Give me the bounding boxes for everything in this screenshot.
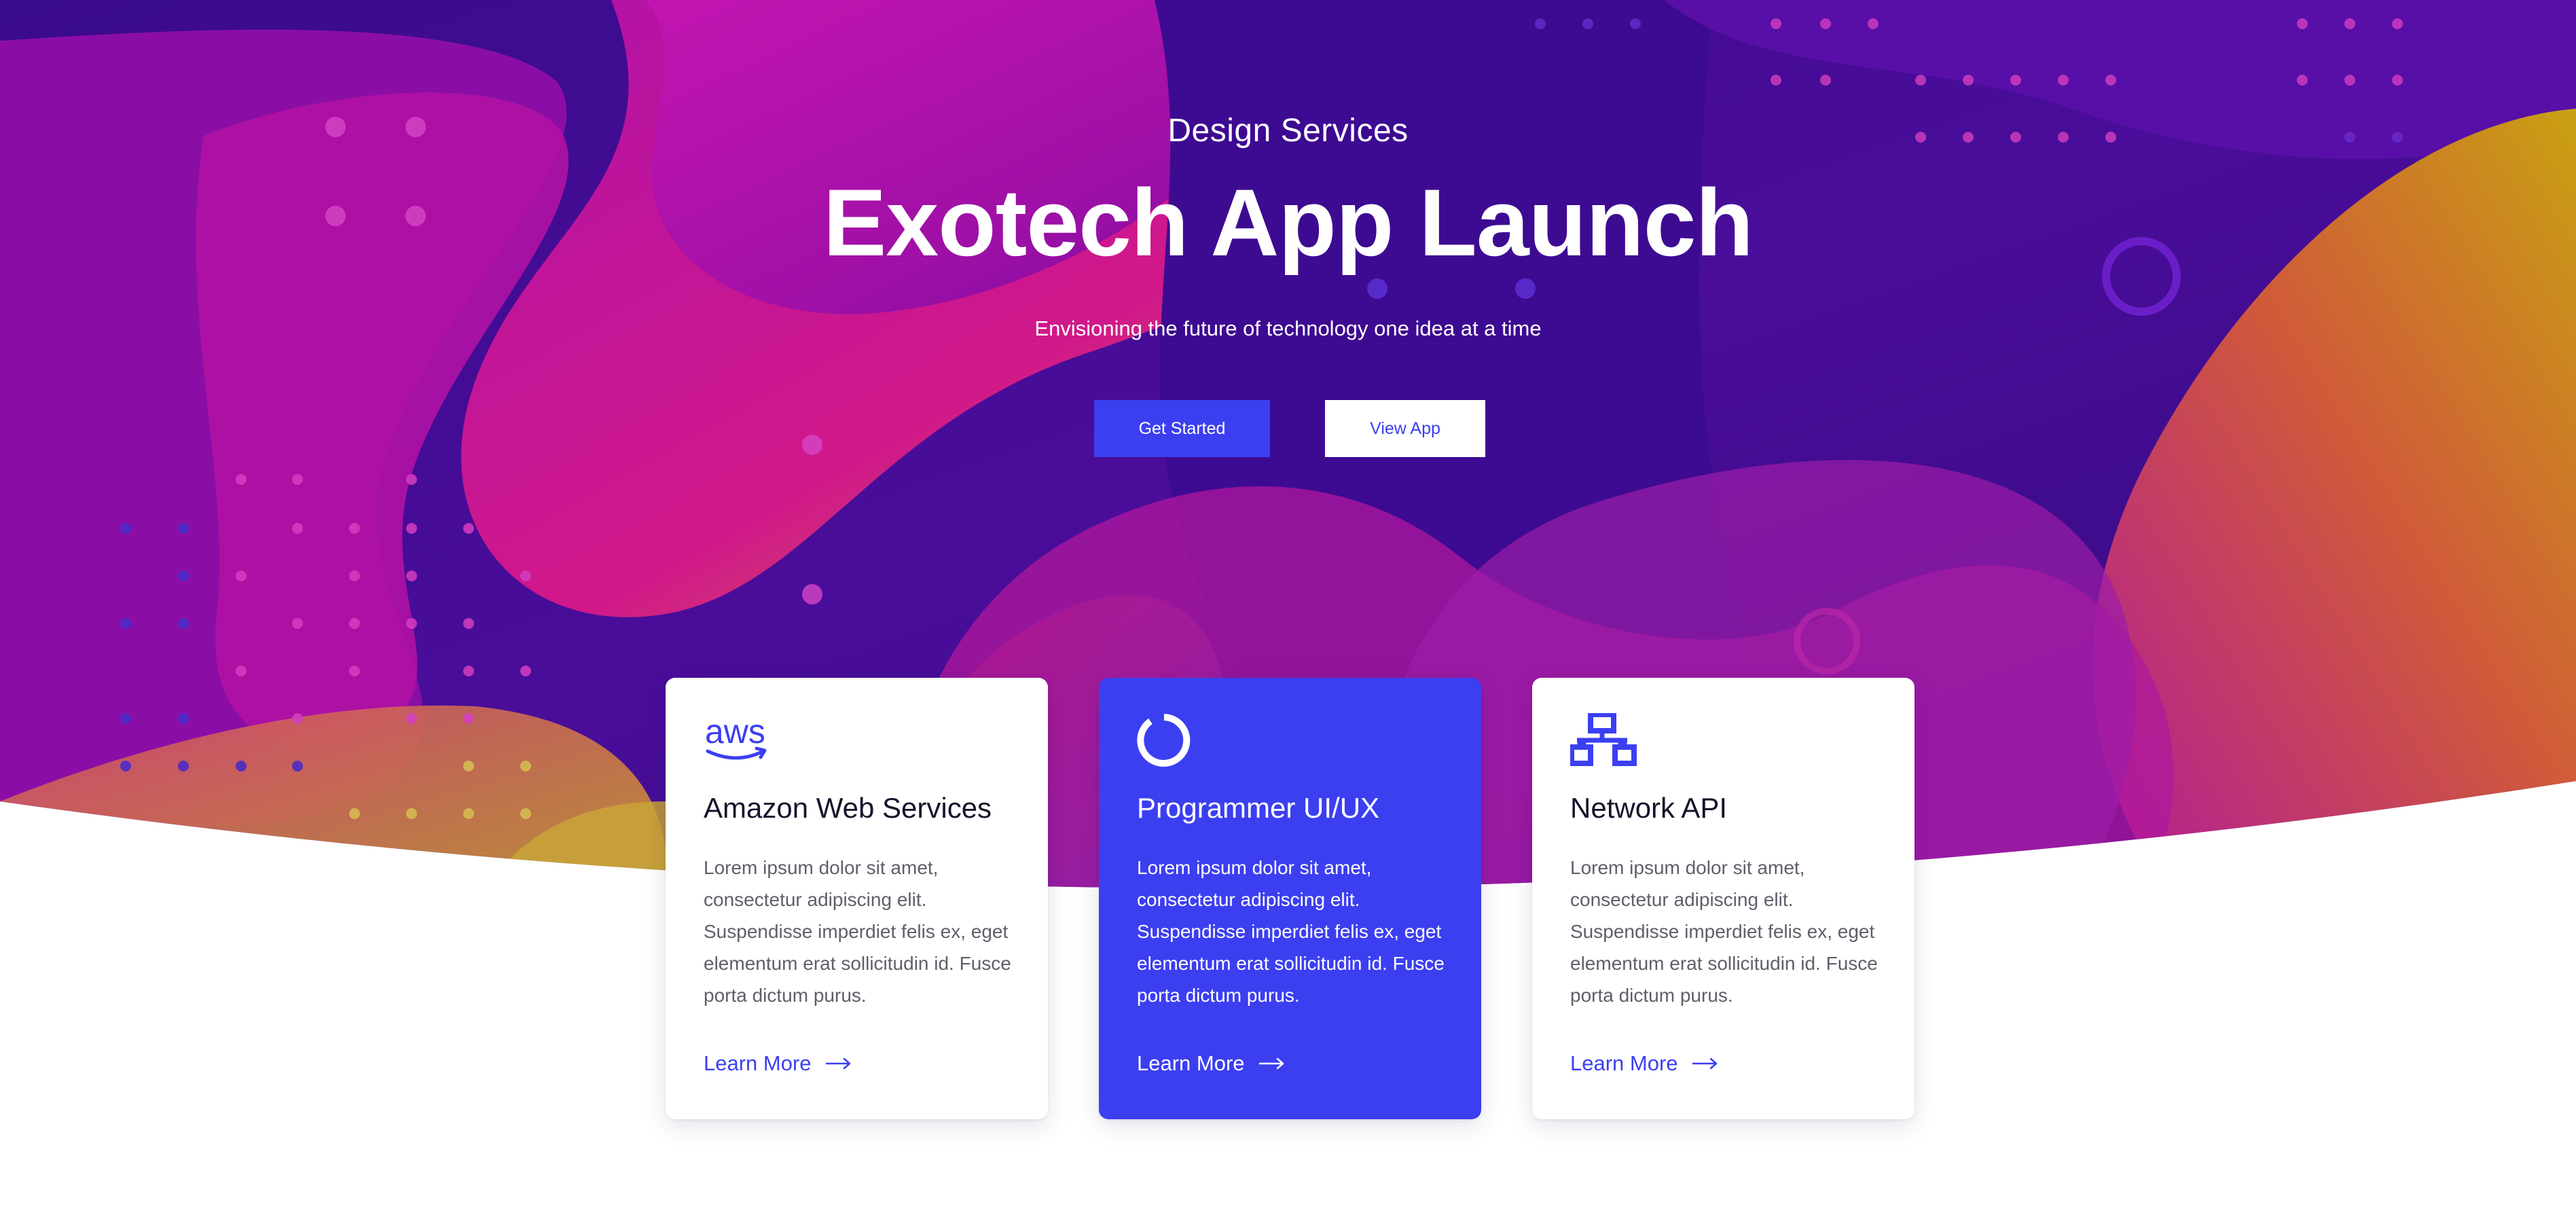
card-description: Lorem ipsum dolor sit amet, consectetur … <box>704 857 1011 1006</box>
aws-logo-icon: aws <box>704 712 772 767</box>
service-card-network-api: Network API Lorem ipsum dolor sit amet, … <box>1532 678 1915 1119</box>
learn-more-link[interactable]: Learn More <box>1570 1051 1719 1076</box>
service-card-aws: aws Amazon Web Services Lorem ipsum dolo… <box>666 678 1048 1119</box>
learn-more-link[interactable]: Learn More <box>1137 1051 1286 1076</box>
card-title: Programmer UI/UX <box>1137 792 1380 824</box>
card-title: Amazon Web Services <box>704 792 992 824</box>
arrow-right-icon <box>825 1057 850 1070</box>
hero-section: Design Services Exotech App Launch Envis… <box>0 0 2576 489</box>
arrow-right-icon <box>1258 1057 1284 1070</box>
learn-more-link[interactable]: Learn More <box>704 1051 852 1076</box>
card-title: Network API <box>1570 792 1728 824</box>
aws-logo-text: aws <box>705 713 765 750</box>
learn-more-label: Learn More <box>704 1051 812 1075</box>
circle-notch-icon <box>1137 713 1205 767</box>
learn-more-label: Learn More <box>1570 1051 1678 1075</box>
card-description: Lorem ipsum dolor sit amet, consectetur … <box>1570 857 1878 1006</box>
service-card-programmer-uiux: Programmer UI/UX Lorem ipsum dolor sit a… <box>1099 678 1481 1119</box>
hero-subtitle: Envisioning the future of technology one… <box>1034 316 1542 340</box>
arrow-right-icon <box>1692 1057 1717 1070</box>
hero-eyebrow: Design Services <box>1167 113 1409 149</box>
view-app-button[interactable]: View App <box>1325 400 1485 457</box>
landing-page: Design Services Exotech App Launch Envis… <box>0 0 2576 1215</box>
card-description: Lorem ipsum dolor sit amet, consectetur … <box>1137 857 1445 1006</box>
get-started-button[interactable]: Get Started <box>1094 400 1270 457</box>
network-sitemap-icon <box>1569 712 1638 767</box>
learn-more-label: Learn More <box>1137 1051 1245 1075</box>
hero-title: Exotech App Launch <box>822 169 1754 276</box>
